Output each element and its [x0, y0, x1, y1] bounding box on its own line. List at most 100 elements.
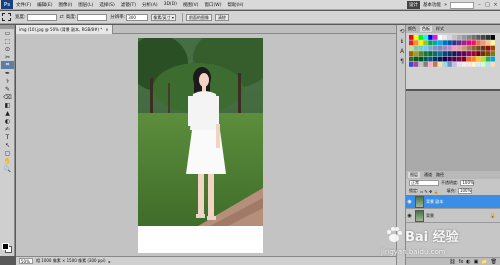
swatch-cell[interactable]: [447, 51, 452, 56]
pen-tool-icon[interactable]: ✍: [1, 125, 14, 133]
swatch-cell[interactable]: [476, 40, 481, 46]
swatch-cell[interactable]: [452, 56, 457, 62]
eyedropper-tool-icon[interactable]: ✒: [1, 69, 14, 77]
swatch-cell[interactable]: [490, 51, 495, 56]
swatch-cell[interactable]: [485, 40, 491, 46]
swatch-cell[interactable]: [409, 62, 414, 67]
swatch-cell[interactable]: [490, 40, 495, 46]
swatch-cell[interactable]: [476, 35, 481, 40]
swatch-cell[interactable]: [461, 62, 467, 67]
swatch-cell[interactable]: [476, 62, 481, 67]
swatch-cell[interactable]: [413, 51, 419, 56]
swatch-cell[interactable]: [471, 45, 476, 51]
type-tool-icon[interactable]: T: [1, 133, 14, 141]
crop-tool-icon[interactable]: ⌗: [1, 61, 14, 69]
swatch-cell[interactable]: [428, 45, 433, 51]
character-icon[interactable]: A: [398, 47, 406, 55]
swatch-cell[interactable]: [433, 56, 438, 62]
marquee-tool-icon[interactable]: ⬚: [1, 37, 14, 45]
swatch-cell[interactable]: [409, 56, 414, 62]
swatch-cell[interactable]: [481, 51, 486, 56]
fill-input[interactable]: 100%: [457, 188, 472, 194]
tab-styles[interactable]: 样式: [436, 26, 444, 32]
lock-icons[interactable]: ▫ ✎ ✥ 🔒: [420, 189, 438, 194]
swatch-cell[interactable]: [471, 35, 476, 40]
resolution-unit-select[interactable]: 像素/英寸 ▾: [151, 13, 176, 21]
tab-layers[interactable]: 图层: [408, 172, 420, 178]
swatch-cell[interactable]: [428, 56, 433, 62]
swatch-cell[interactable]: [433, 51, 438, 56]
menu-filter[interactable]: 滤镜(T): [121, 2, 136, 8]
swatch-cell[interactable]: [428, 35, 433, 40]
swatch-cell[interactable]: [447, 62, 452, 67]
swatch-cell[interactable]: [461, 40, 467, 46]
swatch-cell[interactable]: [476, 51, 481, 56]
swatch-cell[interactable]: [413, 62, 419, 67]
swatch-cell[interactable]: [481, 56, 486, 62]
tab-color[interactable]: 颜色: [408, 26, 416, 32]
swatch-cell[interactable]: [433, 62, 438, 67]
swatch-cell[interactable]: [485, 35, 491, 40]
swatch-cell[interactable]: [447, 45, 452, 51]
history-icon[interactable]: ⟲: [398, 27, 406, 35]
tab-swatches[interactable]: 色板: [420, 26, 432, 32]
swatch-cell[interactable]: [461, 35, 467, 40]
height-input[interactable]: [77, 13, 108, 21]
swatch-cell[interactable]: [490, 56, 495, 62]
tab-close-icon[interactable]: ×: [105, 27, 108, 32]
swatch-cell[interactable]: [457, 40, 462, 46]
swatch-cell[interactable]: [442, 35, 447, 40]
swatch-cell[interactable]: [471, 40, 476, 46]
info-icon[interactable]: ℹ: [398, 37, 406, 45]
clear-button[interactable]: 清除: [214, 13, 229, 21]
swatch-cell[interactable]: [481, 40, 486, 46]
swatches-grid[interactable]: [409, 35, 497, 87]
swatch-cell[interactable]: [447, 35, 452, 40]
swatch-cell[interactable]: [461, 56, 467, 62]
menu-window[interactable]: 窗口(W): [204, 2, 221, 8]
document-tab[interactable]: img (10).jpg @ 50% (背景 副本, RGB/8#) * ×: [16, 25, 113, 34]
swatch-cell[interactable]: [490, 35, 495, 40]
swatch-cell[interactable]: [423, 35, 428, 40]
swatch-cell[interactable]: [466, 56, 471, 62]
blur-tool-icon[interactable]: ▲: [1, 109, 14, 117]
swatch-cell[interactable]: [423, 62, 428, 67]
swatch-cell[interactable]: [433, 35, 438, 40]
swatch-cell[interactable]: [409, 35, 414, 40]
magic-wand-tool-icon[interactable]: ✂: [1, 53, 14, 61]
swatch-cell[interactable]: [457, 35, 462, 40]
move-tool-icon[interactable]: ▭: [1, 29, 14, 37]
swatch-cell[interactable]: [457, 56, 462, 62]
zoom-tool-icon[interactable]: 🔍: [1, 165, 14, 173]
close-icon[interactable]: ×: [493, 2, 498, 8]
swatch-cell[interactable]: [466, 40, 471, 46]
swatch-cell[interactable]: [437, 51, 443, 56]
eye-icon[interactable]: ◉: [406, 199, 413, 205]
lasso-tool-icon[interactable]: ⊙: [1, 45, 14, 53]
brush-tool-icon[interactable]: ✎: [1, 85, 14, 93]
swatch-cell[interactable]: [466, 35, 471, 40]
swatch-cell[interactable]: [452, 35, 457, 40]
swatch-cell[interactable]: [437, 35, 443, 40]
swatch-cell[interactable]: [481, 45, 486, 51]
menu-select[interactable]: 选择(S): [99, 2, 114, 8]
swatch-cell[interactable]: [437, 62, 443, 67]
swatch-cell[interactable]: [428, 51, 433, 56]
opacity-input[interactable]: 100%: [460, 180, 475, 186]
swatch-cell[interactable]: [423, 40, 428, 46]
swatch-cell[interactable]: [409, 45, 414, 51]
healing-tool-icon[interactable]: ⚕: [1, 77, 14, 85]
swatch-cell[interactable]: [442, 40, 447, 46]
swatch-cell[interactable]: [490, 45, 495, 51]
maximize-icon[interactable]: □: [485, 2, 490, 8]
swatch-cell[interactable]: [485, 51, 491, 56]
resolution-input[interactable]: 300: [126, 13, 149, 21]
swatch-cell[interactable]: [452, 62, 457, 67]
swatch-cell[interactable]: [466, 62, 471, 67]
menu-file[interactable]: 文件(F): [16, 2, 31, 8]
paragraph-icon[interactable]: ¶: [398, 57, 406, 65]
swatch-cell[interactable]: [452, 51, 457, 56]
swatch-cell[interactable]: [447, 40, 452, 46]
swatch-cell[interactable]: [471, 56, 476, 62]
zoom-level-input[interactable]: 50%: [19, 258, 33, 264]
